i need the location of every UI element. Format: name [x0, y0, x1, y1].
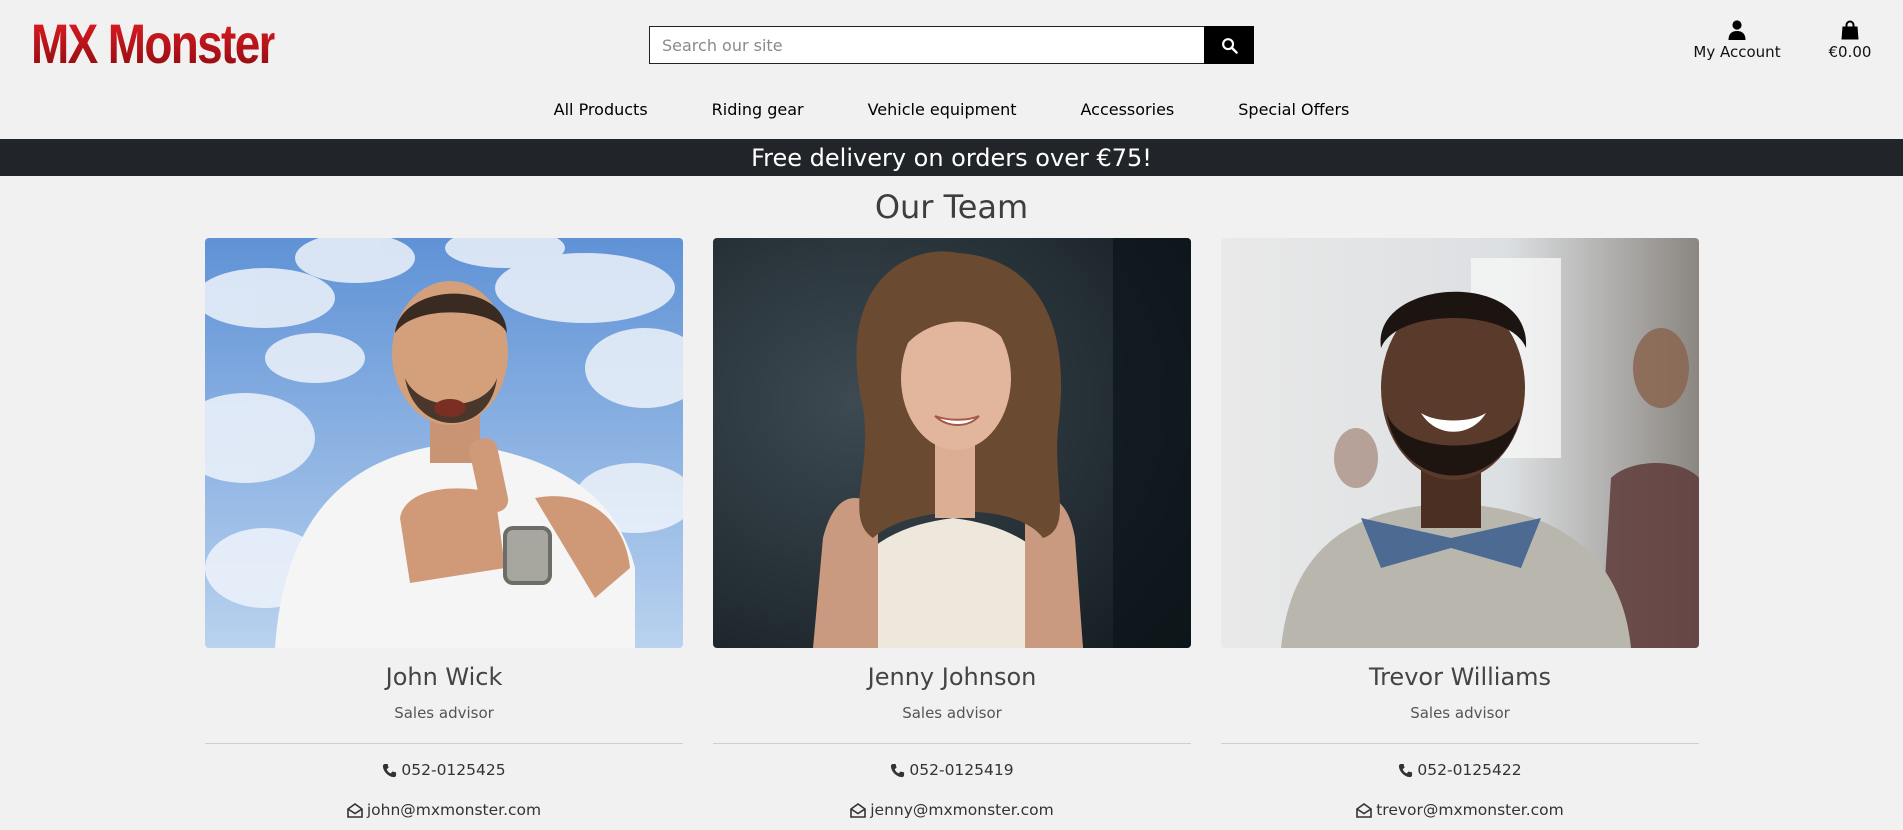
- email-link[interactable]: trevor@mxmonster.com: [1376, 800, 1564, 820]
- team-member-email: john@mxmonster.com: [205, 800, 683, 820]
- team-member-email: jenny@mxmonster.com: [713, 800, 1191, 820]
- card-divider: [713, 743, 1191, 744]
- email-link[interactable]: john@mxmonster.com: [367, 800, 541, 820]
- team-member-photo: [205, 238, 683, 648]
- delivery-banner-text: Free delivery on orders over €75!: [751, 143, 1152, 172]
- team-card: Trevor Williams Sales advisor 052-012542…: [1221, 238, 1699, 820]
- team-member-role: Sales advisor: [902, 704, 1002, 722]
- nav-all-products[interactable]: All Products: [522, 99, 680, 121]
- nav-riding-gear[interactable]: Riding gear: [680, 99, 836, 121]
- site-logo[interactable]: MX Monster: [31, 14, 276, 74]
- team-member-name: John Wick: [385, 663, 503, 691]
- my-account-link[interactable]: My Account: [1690, 20, 1784, 61]
- team-member-name: Trevor Williams: [1368, 663, 1552, 691]
- search-bar: [649, 26, 1254, 64]
- delivery-banner: Free delivery on orders over €75!: [0, 139, 1903, 176]
- cart-total: €0.00: [1828, 43, 1872, 61]
- envelope-open-icon: [1356, 802, 1373, 818]
- team-member-phone: 052-0125419: [713, 760, 1191, 780]
- phone-link[interactable]: 052-0125422: [1417, 760, 1521, 780]
- envelope-open-icon: [850, 802, 867, 818]
- nav-accessories[interactable]: Accessories: [1048, 99, 1206, 121]
- phone-link[interactable]: 052-0125419: [909, 760, 1013, 780]
- team-card: Jenny Johnson Sales advisor 052-0125419 …: [713, 238, 1191, 820]
- team-member-phone: 052-0125422: [1221, 760, 1699, 780]
- phone-link[interactable]: 052-0125425: [401, 760, 505, 780]
- cart-link[interactable]: €0.00: [1822, 20, 1878, 61]
- shopping-bag-icon: [1841, 20, 1859, 40]
- nav-special-offers[interactable]: Special Offers: [1206, 99, 1381, 121]
- team-member-role: Sales advisor: [1410, 704, 1510, 722]
- user-icon: [1728, 20, 1746, 40]
- my-account-label: My Account: [1693, 43, 1781, 61]
- envelope-open-icon: [347, 802, 363, 818]
- nav-vehicle-equipment[interactable]: Vehicle equipment: [836, 99, 1049, 121]
- phone-icon: [891, 763, 905, 777]
- email-link[interactable]: jenny@mxmonster.com: [870, 800, 1054, 820]
- team-member-phone: 052-0125425: [205, 760, 683, 780]
- team-member-email: trevor@mxmonster.com: [1221, 800, 1699, 820]
- card-divider: [205, 743, 683, 744]
- search-input[interactable]: [649, 26, 1204, 64]
- main-nav: All Products Riding gear Vehicle equipme…: [0, 99, 1903, 121]
- team-member-photo: [1221, 238, 1699, 648]
- team-member-photo: [713, 238, 1191, 648]
- phone-icon: [383, 763, 397, 777]
- team-card: John Wick Sales advisor 052-0125425 john…: [205, 238, 683, 820]
- team-member-name: Jenny Johnson: [867, 663, 1037, 691]
- page-title: Our Team: [874, 188, 1029, 226]
- phone-icon: [1399, 763, 1413, 777]
- team-member-role: Sales advisor: [394, 704, 494, 722]
- card-divider: [1221, 743, 1699, 744]
- search-icon: [1221, 37, 1238, 54]
- team-grid: John Wick Sales advisor 052-0125425 john…: [205, 238, 1699, 820]
- search-button[interactable]: [1204, 26, 1254, 64]
